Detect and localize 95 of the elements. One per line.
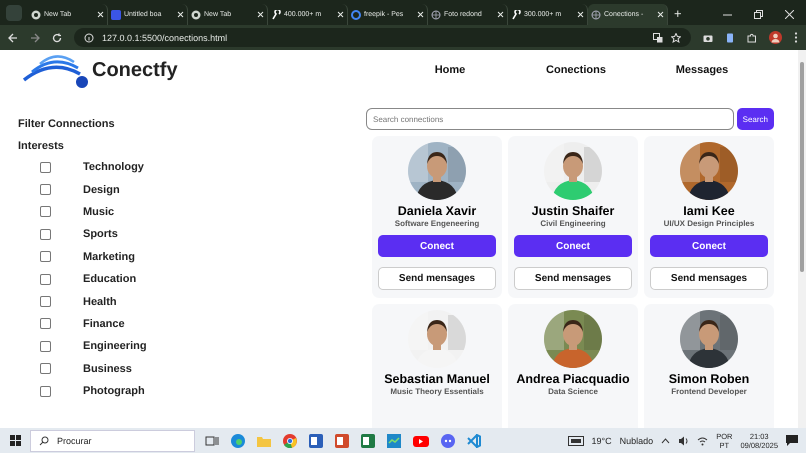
camera-icon[interactable] bbox=[703, 32, 713, 42]
checkbox-label[interactable]: Education bbox=[83, 273, 136, 286]
weather-icon bbox=[568, 436, 584, 446]
back-icon[interactable] bbox=[8, 32, 18, 42]
person-name: Sebastian Manuel bbox=[384, 372, 490, 386]
pin-icon bbox=[511, 10, 521, 20]
edge-icon[interactable] bbox=[231, 434, 245, 448]
close-icon[interactable] bbox=[497, 11, 504, 18]
word-icon[interactable] bbox=[309, 434, 323, 448]
info-icon[interactable] bbox=[84, 32, 94, 42]
nav-link[interactable]: Conections bbox=[513, 64, 639, 76]
reload-icon[interactable] bbox=[52, 32, 62, 42]
checkbox-label[interactable]: Engineering bbox=[83, 340, 147, 352]
powerpoint-icon[interactable] bbox=[335, 434, 349, 448]
filter-title: Filter Connections bbox=[18, 118, 116, 130]
forward-icon[interactable] bbox=[30, 32, 40, 42]
person-role: Frontend Developer bbox=[671, 387, 747, 396]
checkbox-label[interactable]: Design bbox=[83, 184, 120, 196]
notification-icon[interactable] bbox=[786, 435, 798, 446]
wifi-icon[interactable] bbox=[697, 436, 708, 446]
search-field[interactable]: Search connections bbox=[366, 108, 734, 130]
close-icon[interactable] bbox=[785, 10, 794, 19]
weather-text: Nublado bbox=[620, 436, 654, 446]
checkbox-label[interactable]: Sports bbox=[83, 228, 118, 240]
windows-icon[interactable] bbox=[10, 435, 20, 446]
checkbox-label[interactable]: Music bbox=[83, 206, 114, 218]
checkbox[interactable] bbox=[40, 296, 51, 308]
checkbox-label[interactable]: Marketing bbox=[83, 250, 135, 263]
temperature: 19°C bbox=[592, 436, 612, 446]
checkbox[interactable] bbox=[40, 184, 51, 196]
star-icon[interactable] bbox=[671, 32, 681, 42]
person-name: Andrea Piacquadio bbox=[516, 372, 630, 386]
nav-link[interactable]: Messages bbox=[639, 64, 765, 76]
scrollbar[interactable] bbox=[798, 50, 806, 428]
excel-icon[interactable] bbox=[361, 434, 375, 448]
new-tab-button[interactable]: + bbox=[674, 6, 682, 21]
person-name: Justin Shaifer bbox=[532, 204, 614, 218]
youtube-icon[interactable] bbox=[413, 434, 429, 448]
message-button[interactable]: Send mensages bbox=[514, 267, 632, 290]
checkbox-label[interactable]: Health bbox=[83, 296, 117, 308]
restore-icon[interactable] bbox=[754, 10, 763, 19]
discord-icon[interactable] bbox=[441, 434, 455, 448]
person-role: UI/UX Design Principles bbox=[664, 219, 754, 228]
person-role: Software Engeneering bbox=[394, 219, 480, 228]
connect-button[interactable]: Conect bbox=[514, 235, 632, 257]
checkbox[interactable] bbox=[40, 340, 51, 352]
filter-group-title: Interests bbox=[18, 140, 65, 152]
person-name: Simon Roben bbox=[668, 372, 750, 386]
close-icon[interactable] bbox=[577, 11, 584, 18]
person-role: Music Theory Essentials bbox=[390, 387, 484, 396]
address-bar[interactable]: 127.0.0.1:5500/conections.html bbox=[74, 28, 691, 47]
checkbox[interactable] bbox=[40, 386, 51, 397]
code-editor-icon[interactable] bbox=[467, 434, 481, 448]
checkbox-label[interactable]: Technology bbox=[83, 161, 144, 174]
checkbox-label[interactable]: Finance bbox=[83, 318, 125, 330]
checkbox[interactable] bbox=[40, 228, 51, 240]
checkbox[interactable] bbox=[40, 206, 51, 218]
person-role: Data Science bbox=[548, 387, 598, 396]
nav-link[interactable]: Home bbox=[387, 64, 513, 76]
checkbox[interactable] bbox=[40, 318, 51, 330]
message-button[interactable]: Send mensages bbox=[378, 267, 496, 290]
close-icon[interactable] bbox=[417, 11, 424, 18]
speaker-icon[interactable] bbox=[678, 436, 690, 446]
checkbox[interactable] bbox=[40, 363, 51, 374]
app-icon[interactable] bbox=[387, 434, 401, 448]
connect-button[interactable]: Conect bbox=[378, 235, 496, 257]
checkbox[interactable] bbox=[40, 162, 51, 173]
logo-text: Conectfy bbox=[92, 58, 178, 82]
close-icon[interactable] bbox=[97, 11, 104, 18]
person-role: Civil Engineering bbox=[540, 219, 606, 228]
person-name: Iami Kee bbox=[683, 204, 735, 218]
checkbox-label[interactable]: Business bbox=[83, 362, 132, 375]
pin-icon bbox=[271, 10, 281, 20]
person-name: Daniela Xavir bbox=[398, 204, 476, 218]
checkbox[interactable] bbox=[40, 274, 51, 285]
checkbox-label[interactable]: Photograph bbox=[83, 385, 145, 398]
board-icon bbox=[111, 10, 121, 20]
close-icon[interactable] bbox=[177, 11, 184, 18]
checkbox[interactable] bbox=[40, 251, 51, 262]
avatar-icon[interactable] bbox=[769, 31, 782, 44]
message-button[interactable]: Send mensages bbox=[650, 267, 768, 290]
connect-button[interactable]: Conect bbox=[650, 235, 768, 257]
close-icon[interactable] bbox=[657, 11, 664, 18]
close-icon[interactable] bbox=[337, 11, 344, 18]
menu-icon[interactable] bbox=[794, 32, 798, 43]
taskbar-search-field[interactable]: Procurar bbox=[30, 430, 195, 452]
task-view-icon[interactable] bbox=[205, 434, 219, 448]
puzzle-icon[interactable] bbox=[747, 32, 757, 42]
close-icon[interactable] bbox=[257, 11, 264, 18]
translate-icon[interactable] bbox=[653, 32, 663, 42]
search-button[interactable]: Search bbox=[736, 108, 774, 130]
caret-icon[interactable] bbox=[661, 438, 670, 444]
document-icon[interactable] bbox=[725, 32, 735, 42]
search-icon bbox=[39, 436, 49, 446]
chrome-icon[interactable] bbox=[283, 434, 297, 448]
